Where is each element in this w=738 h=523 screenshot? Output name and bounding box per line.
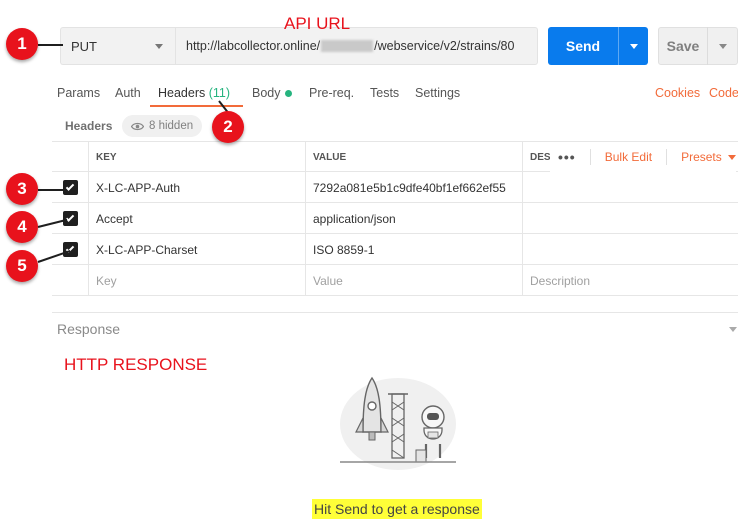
- header-description[interactable]: [523, 203, 738, 234]
- new-key-input[interactable]: Key: [89, 265, 306, 296]
- callout-badge: 3: [6, 173, 38, 205]
- chevron-down-icon: [727, 154, 736, 160]
- api-url-annotation: API URL: [284, 14, 351, 33]
- method-value: PUT: [71, 38, 97, 54]
- table-actions: ••• Bulk Edit Presets: [550, 142, 736, 172]
- row-checkbox-cell: [52, 234, 89, 265]
- table-row: Accept application/json: [52, 203, 738, 234]
- http-response-annotation: HTTP RESPONSE: [64, 355, 208, 374]
- callout-badge: 1: [6, 28, 38, 60]
- divider: [589, 149, 591, 165]
- header-description[interactable]: [523, 234, 738, 265]
- hidden-headers-toggle[interactable]: 8 hidden: [122, 115, 203, 137]
- url-input[interactable]: http://labcollector.online/ /webservice/v…: [175, 27, 538, 65]
- response-label: Response: [57, 321, 121, 337]
- callout-badge: 4: [6, 211, 38, 243]
- status-dot-icon: [284, 90, 292, 98]
- header-key[interactable]: X-LC-APP-Charset: [89, 234, 306, 265]
- callout-line-1: [38, 44, 63, 46]
- tab-body-label: Body: [252, 86, 281, 100]
- row-checkbox-cell: [52, 203, 89, 234]
- presets-dropdown[interactable]: Presets: [681, 150, 736, 164]
- bulk-edit-link[interactable]: Bulk Edit: [605, 150, 652, 164]
- new-description-input[interactable]: Description: [523, 265, 738, 296]
- new-header-row: Key Value Description: [52, 265, 738, 296]
- header-value[interactable]: 7292a081e5b1c9dfe40bf1ef662ef55: [306, 172, 523, 203]
- enabled-checkbox[interactable]: [62, 242, 78, 257]
- tab-settings[interactable]: Settings: [415, 86, 460, 100]
- url-suffix: /webservice/v2/strains/80: [374, 39, 515, 53]
- astronaut-illustration-icon: [340, 376, 456, 470]
- cookies-link[interactable]: Cookies: [655, 86, 700, 100]
- tab-headers-label: Headers: [158, 86, 206, 100]
- header-value[interactable]: ISO 8859-1: [306, 234, 523, 265]
- divider: [666, 149, 668, 165]
- hidden-count: 8 hidden: [149, 120, 194, 132]
- redacted-segment: [321, 40, 374, 52]
- tab-prereq[interactable]: Pre-req.: [309, 86, 354, 100]
- checkbox-column-header: [52, 142, 89, 173]
- row-checkbox-cell: [52, 172, 89, 203]
- tab-body[interactable]: Body: [252, 86, 292, 100]
- more-options-icon[interactable]: •••: [558, 149, 576, 165]
- presets-label: Presets: [681, 150, 722, 164]
- tab-tests[interactable]: Tests: [370, 86, 399, 100]
- url-prefix: http://labcollector.online/: [186, 39, 321, 53]
- tab-auth[interactable]: Auth: [115, 86, 141, 100]
- callout-line-3: [38, 189, 65, 191]
- key-column-header: KEY: [89, 142, 306, 173]
- save-button[interactable]: Save: [658, 27, 738, 65]
- response-hint: Hit Send to get a response: [312, 499, 482, 519]
- send-button[interactable]: Send: [548, 27, 648, 65]
- table-row: X-LC-APP-Auth 7292a081e5b1c9dfe40bf1ef66…: [52, 172, 738, 203]
- tab-params[interactable]: Params: [57, 86, 100, 100]
- callout-badge: 5: [6, 250, 38, 282]
- header-description[interactable]: [523, 172, 738, 203]
- row-checkbox-cell: [52, 265, 89, 296]
- tab-headers[interactable]: Headers (11): [158, 86, 230, 100]
- chevron-down-icon: [718, 43, 727, 49]
- callout-badge: 2: [212, 111, 244, 143]
- chevron-down-icon: [629, 43, 638, 49]
- header-key[interactable]: X-LC-APP-Auth: [89, 172, 306, 203]
- send-label: Send: [565, 38, 601, 54]
- table-row: X-LC-APP-Charset ISO 8859-1: [52, 234, 738, 265]
- checkmark-icon: [65, 181, 75, 191]
- collapse-caret-icon[interactable]: [729, 327, 737, 332]
- new-value-input[interactable]: Value: [306, 265, 523, 296]
- send-options-button[interactable]: [619, 43, 648, 49]
- eye-icon: [131, 122, 144, 130]
- headers-section-label: Headers: [65, 119, 113, 133]
- save-options-button[interactable]: [708, 43, 737, 49]
- chevron-down-icon: [155, 44, 163, 49]
- headers-count: (11): [208, 86, 231, 100]
- header-value[interactable]: application/json: [306, 203, 523, 234]
- enabled-checkbox[interactable]: [62, 180, 78, 195]
- header-key[interactable]: Accept: [89, 203, 306, 234]
- active-tab-indicator: [150, 105, 243, 107]
- value-column-header: VALUE: [306, 142, 523, 173]
- code-link[interactable]: Code: [709, 86, 738, 100]
- save-label: Save: [666, 38, 700, 54]
- method-select[interactable]: PUT: [60, 27, 175, 65]
- response-divider: [52, 312, 738, 313]
